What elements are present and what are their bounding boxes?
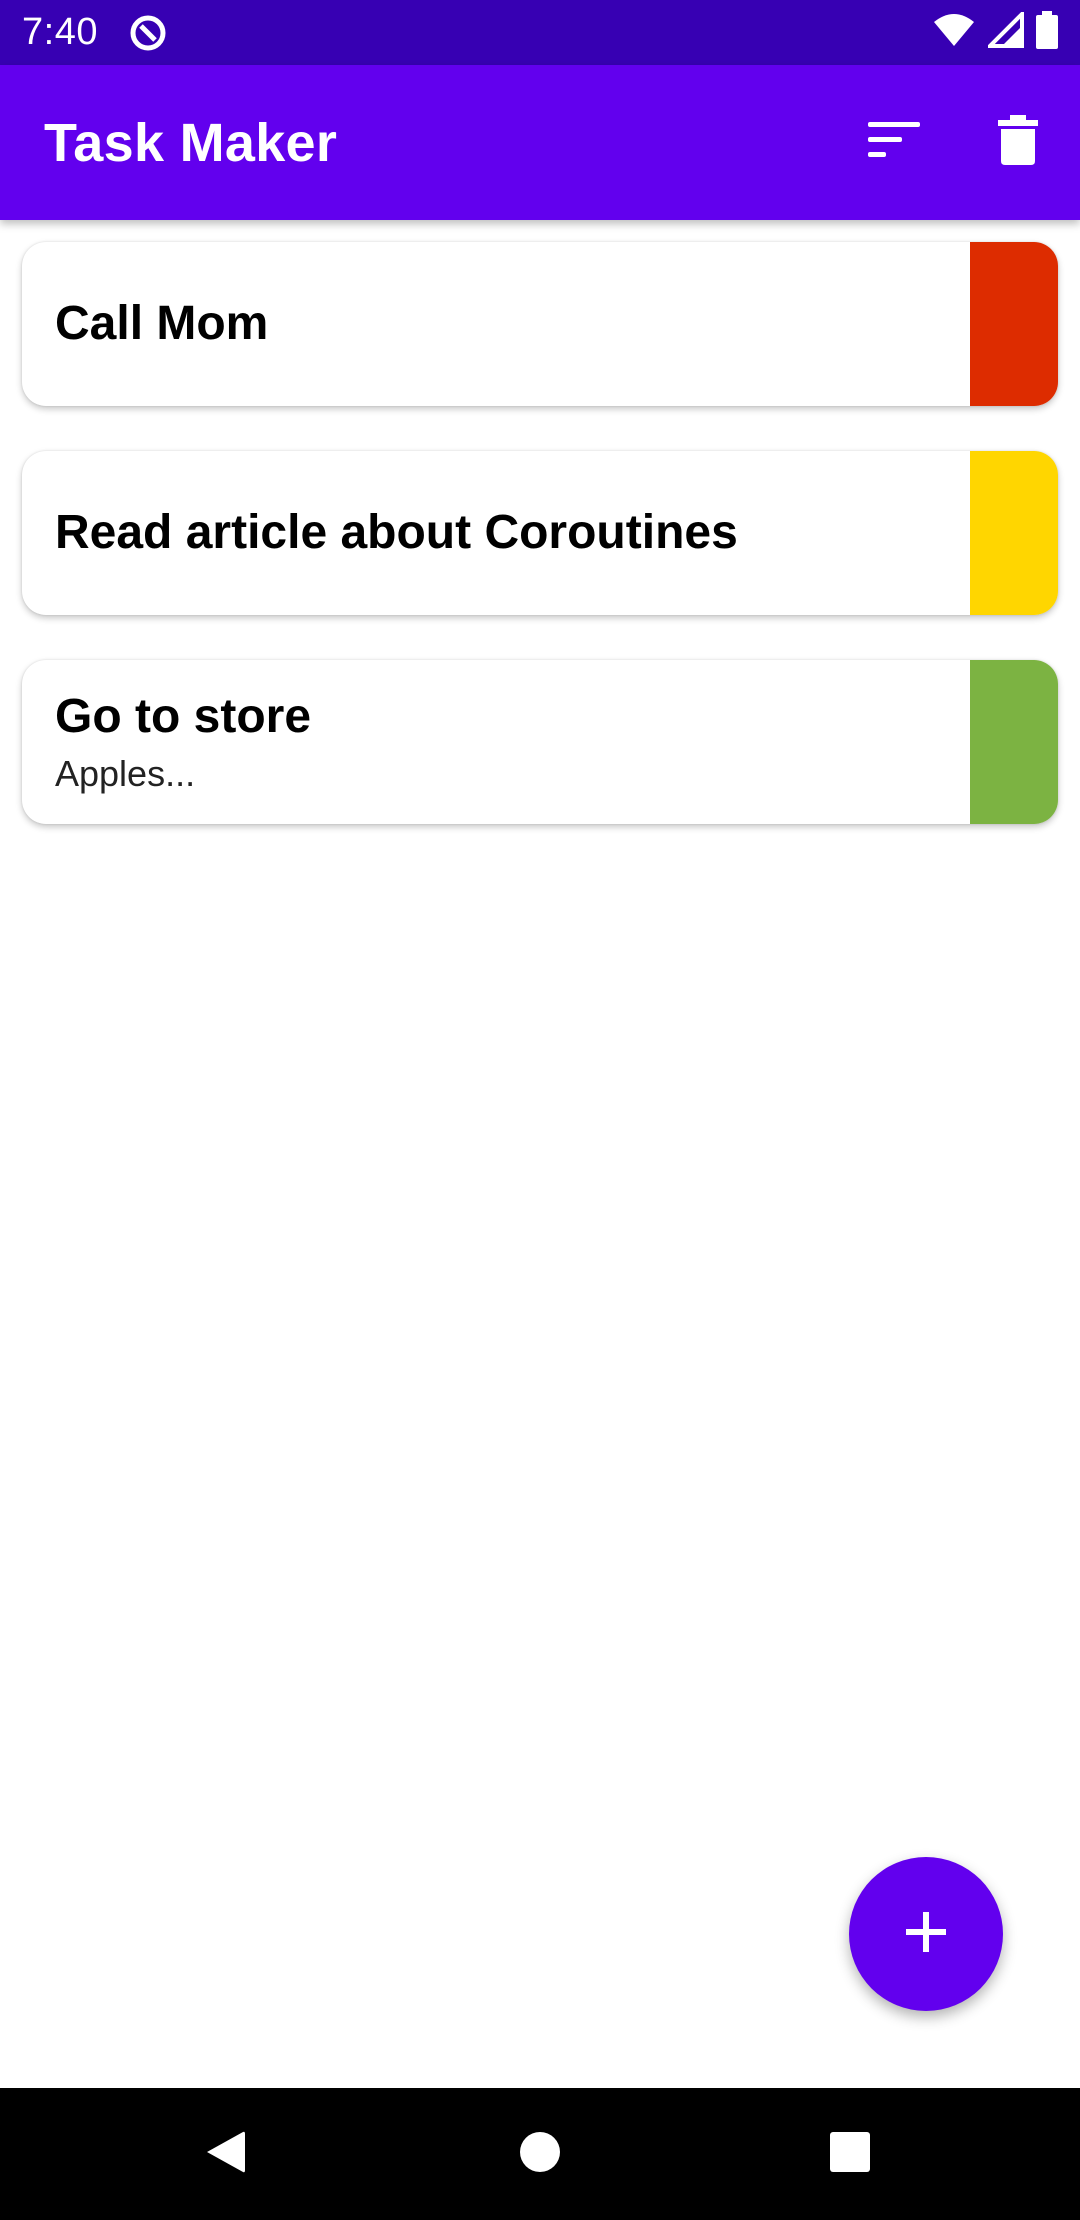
- cellular-signal-icon: [985, 9, 1024, 53]
- priority-indicator: [970, 242, 1058, 406]
- task-card[interactable]: Call Mom: [22, 242, 1058, 406]
- task-text: Go to store Apples...: [22, 689, 1058, 794]
- task-text: Call Mom: [22, 296, 1058, 351]
- navigation-bar: [0, 2088, 1080, 2220]
- task-description: Apples...: [55, 752, 196, 794]
- task-title: Call Mom: [55, 297, 269, 351]
- task-title: Go to store: [55, 690, 312, 744]
- delete-all-icon: [998, 115, 1038, 170]
- home-button[interactable]: [470, 2088, 610, 2220]
- priority-indicator: [970, 451, 1058, 615]
- back-icon: [203, 2128, 247, 2181]
- battery-icon: [1036, 11, 1058, 54]
- app-bar: Task Maker: [0, 65, 1080, 220]
- home-icon: [519, 2131, 561, 2178]
- recents-button[interactable]: [780, 2088, 920, 2220]
- screen: 7:40 Task Maker Call Mom Read article ab…: [0, 0, 1080, 2220]
- add-task-button[interactable]: [849, 1857, 1003, 2011]
- priority-indicator: [970, 660, 1058, 824]
- task-text: Read article about Coroutines: [22, 505, 1058, 560]
- status-bar: 7:40: [0, 0, 1080, 65]
- task-title: Read article about Coroutines: [55, 506, 738, 560]
- app-bar-actions: [832, 81, 1080, 205]
- sort-button[interactable]: [832, 81, 956, 205]
- task-card[interactable]: Go to store Apples...: [22, 660, 1058, 824]
- app-title: Task Maker: [44, 112, 338, 173]
- recents-icon: [829, 2131, 871, 2178]
- sort-icon: [868, 120, 920, 165]
- task-list: Call Mom Read article about Coroutines G…: [22, 242, 1058, 869]
- wifi-icon: [932, 12, 976, 53]
- delete-all-button[interactable]: [956, 81, 1080, 205]
- status-icons: [932, 9, 1058, 54]
- task-card[interactable]: Read article about Coroutines: [22, 451, 1058, 615]
- back-button[interactable]: [155, 2088, 295, 2220]
- status-time: 7:40: [22, 11, 98, 53]
- add-icon: [906, 1911, 946, 1957]
- app-notification-icon: [128, 13, 168, 53]
